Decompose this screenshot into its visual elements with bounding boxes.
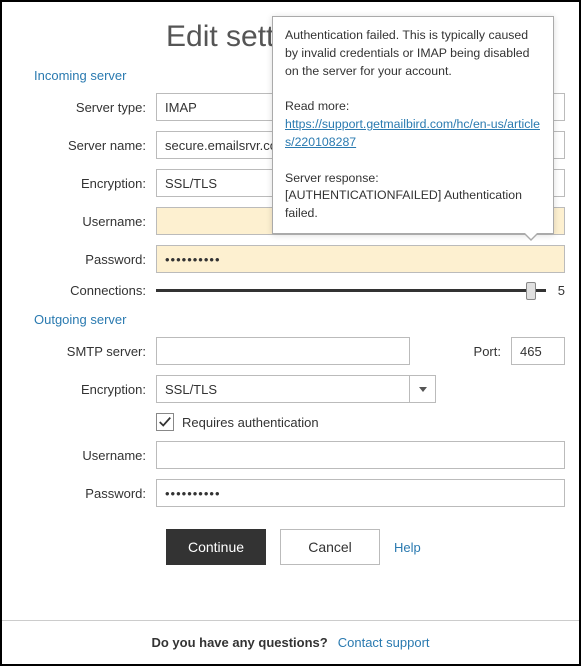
slider-thumb[interactable] — [526, 282, 536, 300]
requires-auth-checkbox[interactable]: Requires authentication — [156, 413, 319, 431]
chevron-down-icon[interactable] — [410, 375, 436, 403]
help-link[interactable]: Help — [394, 540, 421, 555]
incoming-password-input[interactable] — [156, 245, 565, 273]
tooltip-server-response: [AUTHENTICATIONFAILED] Authentication fa… — [285, 187, 541, 223]
outgoing-password-input[interactable] — [156, 479, 565, 507]
footer-question: Do you have any questions? — [151, 635, 327, 650]
connections-label: Connections: — [16, 283, 156, 298]
smtp-server-input[interactable] — [156, 337, 410, 365]
continue-button[interactable]: Continue — [166, 529, 266, 565]
requires-auth-label: Requires authentication — [182, 415, 319, 430]
tooltip-arrow-icon — [523, 233, 539, 241]
incoming-username-label: Username: — [16, 214, 156, 229]
outgoing-server-header: Outgoing server — [34, 312, 565, 327]
footer-bar: Do you have any questions? Contact suppo… — [2, 620, 579, 664]
tooltip-server-response-label: Server response: — [285, 170, 541, 188]
tooltip-link[interactable]: https://support.getmailbird.com/hc/en-us… — [285, 117, 540, 149]
auth-failed-tooltip: Authentication failed. This is typically… — [272, 16, 554, 234]
checkbox-box[interactable] — [156, 413, 174, 431]
tooltip-readmore-label: Read more: — [285, 98, 541, 116]
incoming-encryption-label: Encryption: — [16, 176, 156, 191]
port-input[interactable] — [511, 337, 565, 365]
port-label: Port: — [474, 344, 501, 359]
server-type-label: Server type: — [16, 100, 156, 115]
outgoing-encryption-label: Encryption: — [16, 382, 156, 397]
connections-slider[interactable] — [156, 289, 546, 292]
outgoing-username-input[interactable] — [156, 441, 565, 469]
outgoing-password-label: Password: — [16, 486, 156, 501]
incoming-password-label: Password: — [16, 252, 156, 267]
checkmark-icon — [158, 415, 172, 429]
connections-value: 5 — [558, 283, 565, 298]
outgoing-username-label: Username: — [16, 448, 156, 463]
outgoing-encryption-select[interactable]: SSL/TLS — [156, 375, 436, 403]
outgoing-encryption-value: SSL/TLS — [156, 375, 410, 403]
smtp-server-label: SMTP server: — [16, 344, 156, 359]
server-name-label: Server name: — [16, 138, 156, 153]
contact-support-link[interactable]: Contact support — [338, 635, 430, 650]
tooltip-message: Authentication failed. This is typically… — [285, 27, 541, 80]
cancel-button[interactable]: Cancel — [280, 529, 380, 565]
